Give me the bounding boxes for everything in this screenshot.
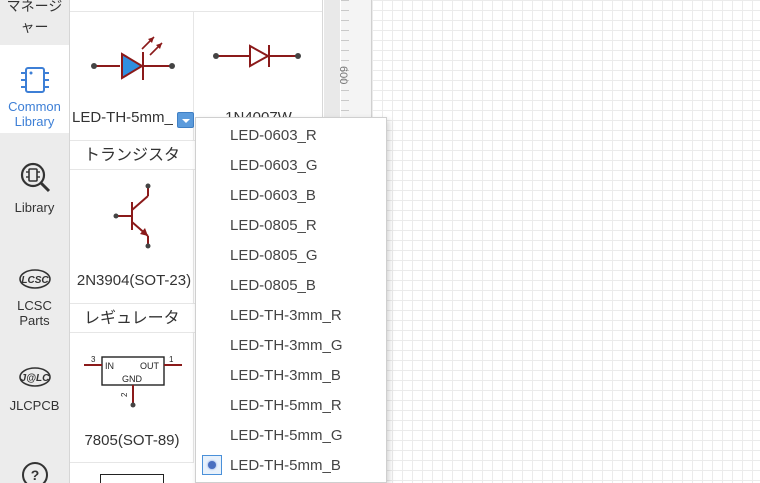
- dropdown-option[interactable]: LED-0805_G: [196, 241, 386, 271]
- sidebar-item-manager-label: マネージ ャー: [6, 0, 63, 35]
- dropdown-option[interactable]: LED-0805_B: [196, 271, 386, 301]
- component-cell-led[interactable]: LED-TH-5mm_: [70, 11, 194, 141]
- regulator-cell-name: 7805(SOT-89): [84, 432, 180, 449]
- sidebar-item-jlcpcb-label: JLCPCB: [9, 398, 60, 413]
- transistor-symbol: [113, 183, 151, 249]
- sidebar-item-help[interactable]: ?: [0, 460, 69, 483]
- svg-text:J@LC: J@LC: [20, 373, 49, 384]
- dropdown-option[interactable]: LED-0603_B: [196, 181, 386, 211]
- dropdown-option[interactable]: LED-TH-3mm_R: [196, 301, 386, 331]
- led-cell-name: LED-TH-5mm_: [72, 109, 173, 126]
- regulator-symbol: IN OUT GND 3 1 2: [84, 355, 182, 408]
- sidebar-item-lcsc-parts-label: LCSC Parts: [17, 298, 52, 328]
- led-symbol: [91, 36, 175, 80]
- svg-text:LCSC: LCSC: [21, 275, 49, 286]
- dropdown-option-label: LED-TH-5mm_R: [230, 397, 342, 414]
- sidebar-item-common-library-label: Common Library: [8, 99, 61, 129]
- dropdown-option-label: LED-0805_R: [230, 217, 317, 234]
- lcsc-logo-icon: LCSC: [18, 269, 51, 289]
- next-component-preview: [100, 474, 164, 483]
- dropdown-option-label: LED-TH-5mm_G: [230, 427, 343, 444]
- selected-radio-icon: [202, 455, 222, 475]
- dropdown-option[interactable]: LED-TH-5mm_R: [196, 391, 386, 421]
- dropdown-option-label: LED-TH-3mm_B: [230, 367, 341, 384]
- svg-text:?: ?: [30, 467, 39, 483]
- regulator-pin1-label: 1: [169, 355, 174, 364]
- dropdown-option[interactable]: LED-TH-3mm_B: [196, 361, 386, 391]
- regulator-gnd-label: GND: [122, 374, 143, 384]
- ruler-label: 600: [337, 66, 349, 85]
- regulator-out-label: OUT: [140, 361, 160, 371]
- dropdown-option[interactable]: LED-TH-5mm_G: [196, 421, 386, 451]
- dropdown-option[interactable]: LED-TH-5mm_B: [196, 451, 386, 481]
- transistor-cell-name: 2N3904(SOT-23): [76, 272, 192, 289]
- jlc-logo-icon: J@LC: [18, 367, 51, 387]
- regulator-pin2-label: 2: [120, 392, 129, 397]
- component-cell-regulator[interactable]: IN OUT GND 3 1 2 7805(SOT-89): [70, 333, 194, 463]
- package-dropdown-menu: LED-0603_R LED-0603_G LED-0603_B LED-0805_R…: [195, 117, 387, 483]
- diode-symbol: [213, 44, 301, 68]
- dropdown-option-label: LED-0805_B: [230, 277, 316, 294]
- dropdown-option-label: LED-TH-3mm_R: [230, 307, 342, 324]
- chip-icon: [20, 67, 49, 93]
- package-dropdown-button[interactable]: [177, 112, 194, 128]
- dropdown-option-label: LED-TH-5mm_B: [230, 457, 341, 474]
- dropdown-option-label: LED-TH-3mm_G: [230, 337, 343, 354]
- sidebar-item-library-label: Library: [14, 200, 55, 215]
- component-cell-transistor[interactable]: 2N3904(SOT-23): [70, 170, 194, 305]
- sidebar-item-jlcpcb[interactable]: J@LC JLCPCB: [0, 366, 69, 416]
- dropdown-option-label: LED-0603_B: [230, 187, 316, 204]
- left-sidebar: マネージ ャー Common Library Library LCSC LCSC…: [0, 0, 70, 483]
- dropdown-option[interactable]: LED-0603_R: [196, 121, 386, 151]
- library-search-icon: [20, 162, 50, 193]
- help-icon: ?: [21, 462, 48, 483]
- dropdown-option-label: LED-0805_G: [230, 247, 318, 264]
- regulator-pin3-label: 3: [91, 355, 96, 364]
- regulator-in-label: IN: [105, 361, 114, 371]
- dropdown-option[interactable]: LED-TH-3mm_G: [196, 331, 386, 361]
- sidebar-item-common-library[interactable]: Common Library: [0, 45, 69, 133]
- schematic-canvas[interactable]: [372, 0, 760, 483]
- dropdown-option-label: LED-0603_G: [230, 157, 318, 174]
- dropdown-option-label: LED-0603_R: [230, 127, 317, 144]
- dropdown-option[interactable]: LED-0603_G: [196, 151, 386, 181]
- dropdown-option[interactable]: LED-0805_R: [196, 211, 386, 241]
- sidebar-item-library[interactable]: Library: [0, 160, 69, 220]
- sidebar-item-manager[interactable]: マネージ ャー: [0, 0, 69, 44]
- sidebar-item-lcsc-parts[interactable]: LCSC LCSC Parts: [0, 268, 69, 328]
